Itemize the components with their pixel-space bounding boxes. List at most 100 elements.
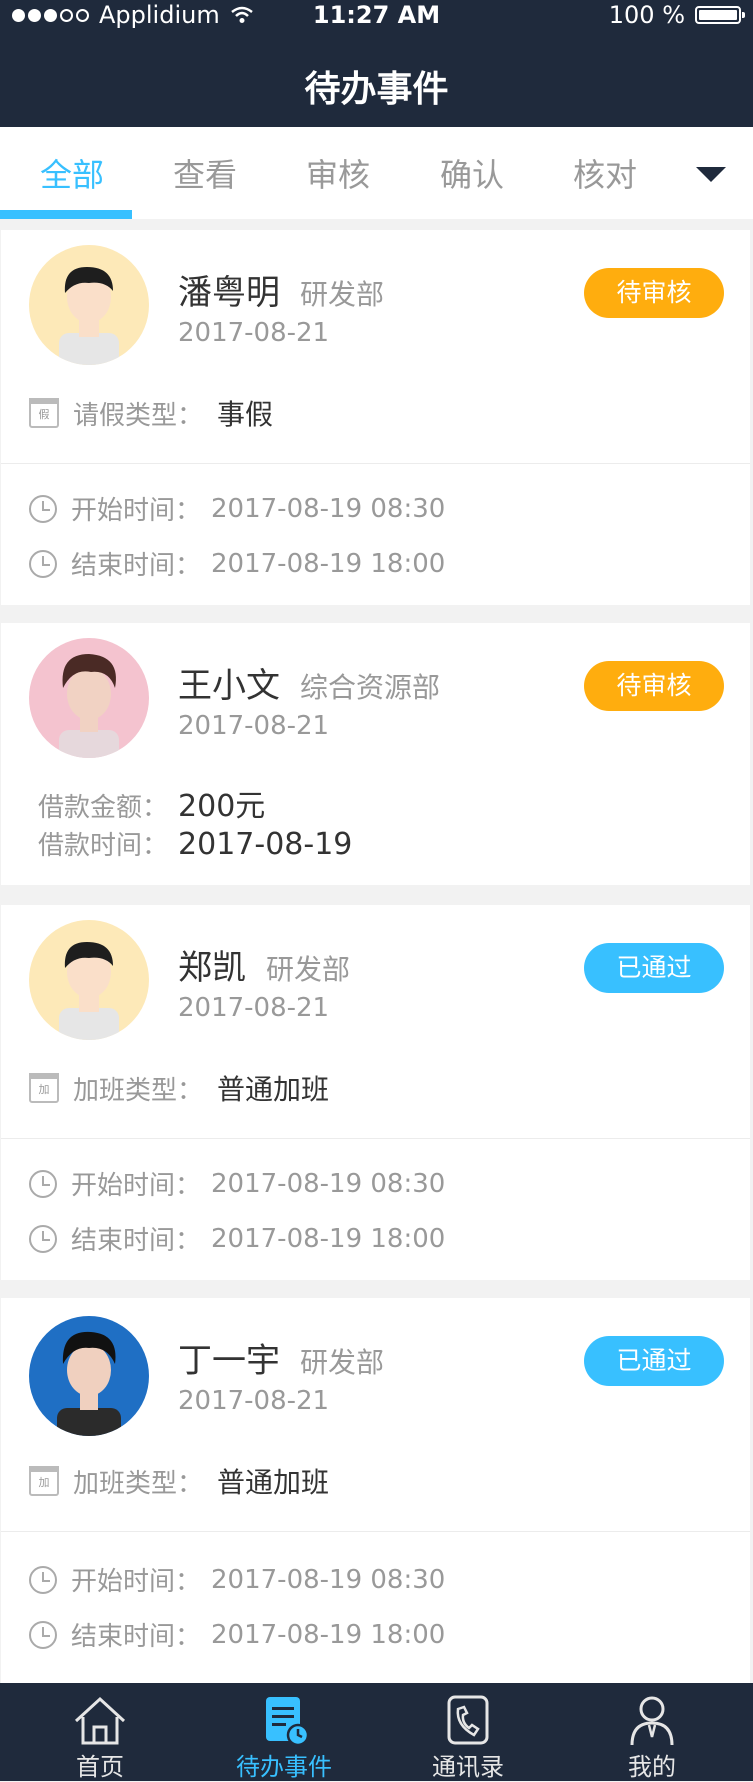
battery-icon bbox=[695, 6, 745, 24]
overtime-type-value: 普通加班 bbox=[217, 1466, 330, 1499]
end-time-label: 结束时间： bbox=[71, 1226, 202, 1256]
task-card[interactable]: 王小文 综合资源部 2017-08-21 待审核 借款金额： 200元 借款时间： 2… bbox=[1, 623, 750, 885]
overtime-type-value: 普通加班 bbox=[217, 1073, 330, 1106]
clock-icon bbox=[29, 1169, 57, 1198]
start-time-row: 开始时间： 2017-08-19 08:30 bbox=[29, 1165, 445, 1202]
nav-bar: 待办事件 bbox=[0, 32, 753, 127]
end-time-row: 结束时间： 2017-08-19 18:00 bbox=[29, 545, 445, 582]
tab-all[interactable]: 全部 bbox=[40, 150, 104, 196]
start-time-label: 开始时间： bbox=[71, 496, 202, 526]
avatar bbox=[29, 638, 149, 758]
loan-time-value: 2017-08-19 bbox=[178, 827, 353, 862]
loan-amount-label: 借款金额： bbox=[38, 793, 169, 823]
department: 研发部 bbox=[266, 953, 351, 986]
avatar bbox=[29, 920, 149, 1040]
tab-strip: 全部 查看 审核 确认 核对 bbox=[0, 127, 753, 219]
end-time-row: 结束时间： 2017-08-19 18:00 bbox=[29, 1616, 445, 1653]
tab-check[interactable]: 核对 bbox=[573, 150, 637, 196]
task-card[interactable]: 郑凯 研发部 2017-08-21 已通过 加 加班类型： 普通加班 开始时间： 20… bbox=[1, 905, 750, 1280]
leave-type-label: 请假类型： bbox=[73, 400, 204, 431]
start-time-label: 开始时间： bbox=[71, 1567, 202, 1597]
calendar-icon: 加 bbox=[29, 1073, 59, 1103]
applicant-name: 郑凯 bbox=[178, 948, 246, 988]
applicant-name-row: 丁一宇 研发部 bbox=[178, 1333, 384, 1382]
loan-amount-row: 借款金额： 200元 bbox=[38, 781, 265, 825]
contacts-icon bbox=[447, 1695, 489, 1745]
applicant-name-row: 王小文 综合资源部 bbox=[178, 658, 440, 707]
tabbar-contacts-label: 通讯录 bbox=[432, 1753, 504, 1781]
department: 研发部 bbox=[300, 1346, 385, 1379]
applicant-name-row: 潘粤明 研发部 bbox=[178, 265, 384, 314]
clock-icon bbox=[29, 1620, 57, 1649]
page-title: 待办事件 bbox=[304, 69, 449, 110]
apply-date: 2017-08-21 bbox=[178, 318, 330, 348]
loan-time-row: 借款时间： 2017-08-19 bbox=[38, 825, 352, 862]
calendar-icon: 假 bbox=[29, 398, 59, 428]
apply-date: 2017-08-21 bbox=[178, 993, 330, 1023]
task-card[interactable]: 丁一宇 研发部 2017-08-21 已通过 加 加班类型： 普通加班 开始时间： 2… bbox=[1, 1298, 750, 1683]
status-bar: Applidium 11:27 AM 100 % bbox=[0, 0, 753, 32]
active-tab-indicator bbox=[0, 210, 132, 219]
tab-view[interactable]: 查看 bbox=[173, 150, 237, 196]
leave-type-row: 假 请假类型： 事假 bbox=[29, 393, 273, 433]
apply-date: 2017-08-21 bbox=[178, 711, 330, 741]
end-time-value: 2017-08-19 18:00 bbox=[211, 1619, 446, 1650]
overtime-type-label: 加班类型： bbox=[73, 1468, 204, 1499]
status-right: 100 % bbox=[608, 1, 745, 29]
tabbar-profile-label: 我的 bbox=[628, 1753, 676, 1781]
leave-type-value: 事假 bbox=[217, 398, 274, 431]
loan-amount-value: 200元 bbox=[178, 789, 266, 824]
applicant-name: 丁一宇 bbox=[178, 1341, 280, 1381]
applicant-name: 潘粤明 bbox=[178, 273, 280, 313]
tabbar-home-label: 首页 bbox=[76, 1753, 124, 1781]
clock-icon bbox=[29, 549, 57, 578]
divider bbox=[1, 1531, 750, 1532]
start-time-value: 2017-08-19 08:30 bbox=[211, 1564, 446, 1595]
tab-more-dropdown-icon[interactable] bbox=[696, 167, 726, 182]
todo-icon bbox=[266, 1697, 310, 1747]
apply-date: 2017-08-21 bbox=[178, 1386, 330, 1416]
home-icon bbox=[74, 1696, 126, 1745]
profile-icon bbox=[630, 1696, 674, 1746]
end-time-label: 结束时间： bbox=[71, 1622, 202, 1652]
tabbar-contacts[interactable]: 通讯录 bbox=[374, 1683, 562, 1781]
tab-review[interactable]: 审核 bbox=[306, 150, 370, 196]
avatar bbox=[29, 245, 149, 365]
task-card[interactable]: 潘粤明 研发部 2017-08-21 待审核 假 请假类型： 事假 开始时间： 201… bbox=[1, 230, 750, 605]
department: 综合资源部 bbox=[300, 671, 441, 704]
overtime-type-row: 加 加班类型： 普通加班 bbox=[29, 1461, 329, 1501]
status-badge: 已通过 bbox=[584, 1336, 724, 1386]
overtime-type-label: 加班类型： bbox=[73, 1075, 204, 1106]
applicant-name-row: 郑凯 研发部 bbox=[178, 940, 350, 989]
start-time-label: 开始时间： bbox=[71, 1171, 202, 1201]
overtime-type-row: 加 加班类型： 普通加班 bbox=[29, 1068, 329, 1108]
start-time-row: 开始时间： 2017-08-19 08:30 bbox=[29, 490, 445, 527]
status-badge: 已通过 bbox=[584, 943, 724, 993]
status-badge: 待审核 bbox=[584, 268, 724, 318]
tabbar-todo-label: 待办事件 bbox=[236, 1753, 332, 1781]
end-time-label: 结束时间： bbox=[71, 551, 202, 581]
tab-confirm[interactable]: 确认 bbox=[440, 150, 504, 196]
calendar-icon: 加 bbox=[29, 1466, 59, 1496]
divider bbox=[1, 463, 750, 464]
end-time-row: 结束时间： 2017-08-19 18:00 bbox=[29, 1220, 445, 1257]
loan-time-label: 借款时间： bbox=[38, 831, 169, 861]
status-badge: 待审核 bbox=[584, 661, 724, 711]
tabbar-todo[interactable]: 待办事件 bbox=[190, 1683, 378, 1781]
battery-percent: 100 % bbox=[608, 1, 685, 29]
divider bbox=[1, 1138, 750, 1139]
bottom-tab-bar: 首页 待办事件 通讯录 我的 bbox=[0, 1683, 753, 1781]
avatar bbox=[29, 1316, 149, 1436]
clock-icon bbox=[29, 494, 57, 523]
applicant-name: 王小文 bbox=[178, 666, 280, 706]
start-time-value: 2017-08-19 08:30 bbox=[211, 493, 446, 524]
end-time-value: 2017-08-19 18:00 bbox=[211, 548, 446, 579]
tabbar-home[interactable]: 首页 bbox=[6, 1683, 194, 1781]
end-time-value: 2017-08-19 18:00 bbox=[211, 1223, 446, 1254]
start-time-value: 2017-08-19 08:30 bbox=[211, 1168, 446, 1199]
start-time-row: 开始时间： 2017-08-19 08:30 bbox=[29, 1561, 445, 1598]
department: 研发部 bbox=[300, 278, 385, 311]
clock-icon bbox=[29, 1565, 57, 1594]
clock-icon bbox=[29, 1224, 57, 1253]
tabbar-profile[interactable]: 我的 bbox=[558, 1683, 746, 1781]
